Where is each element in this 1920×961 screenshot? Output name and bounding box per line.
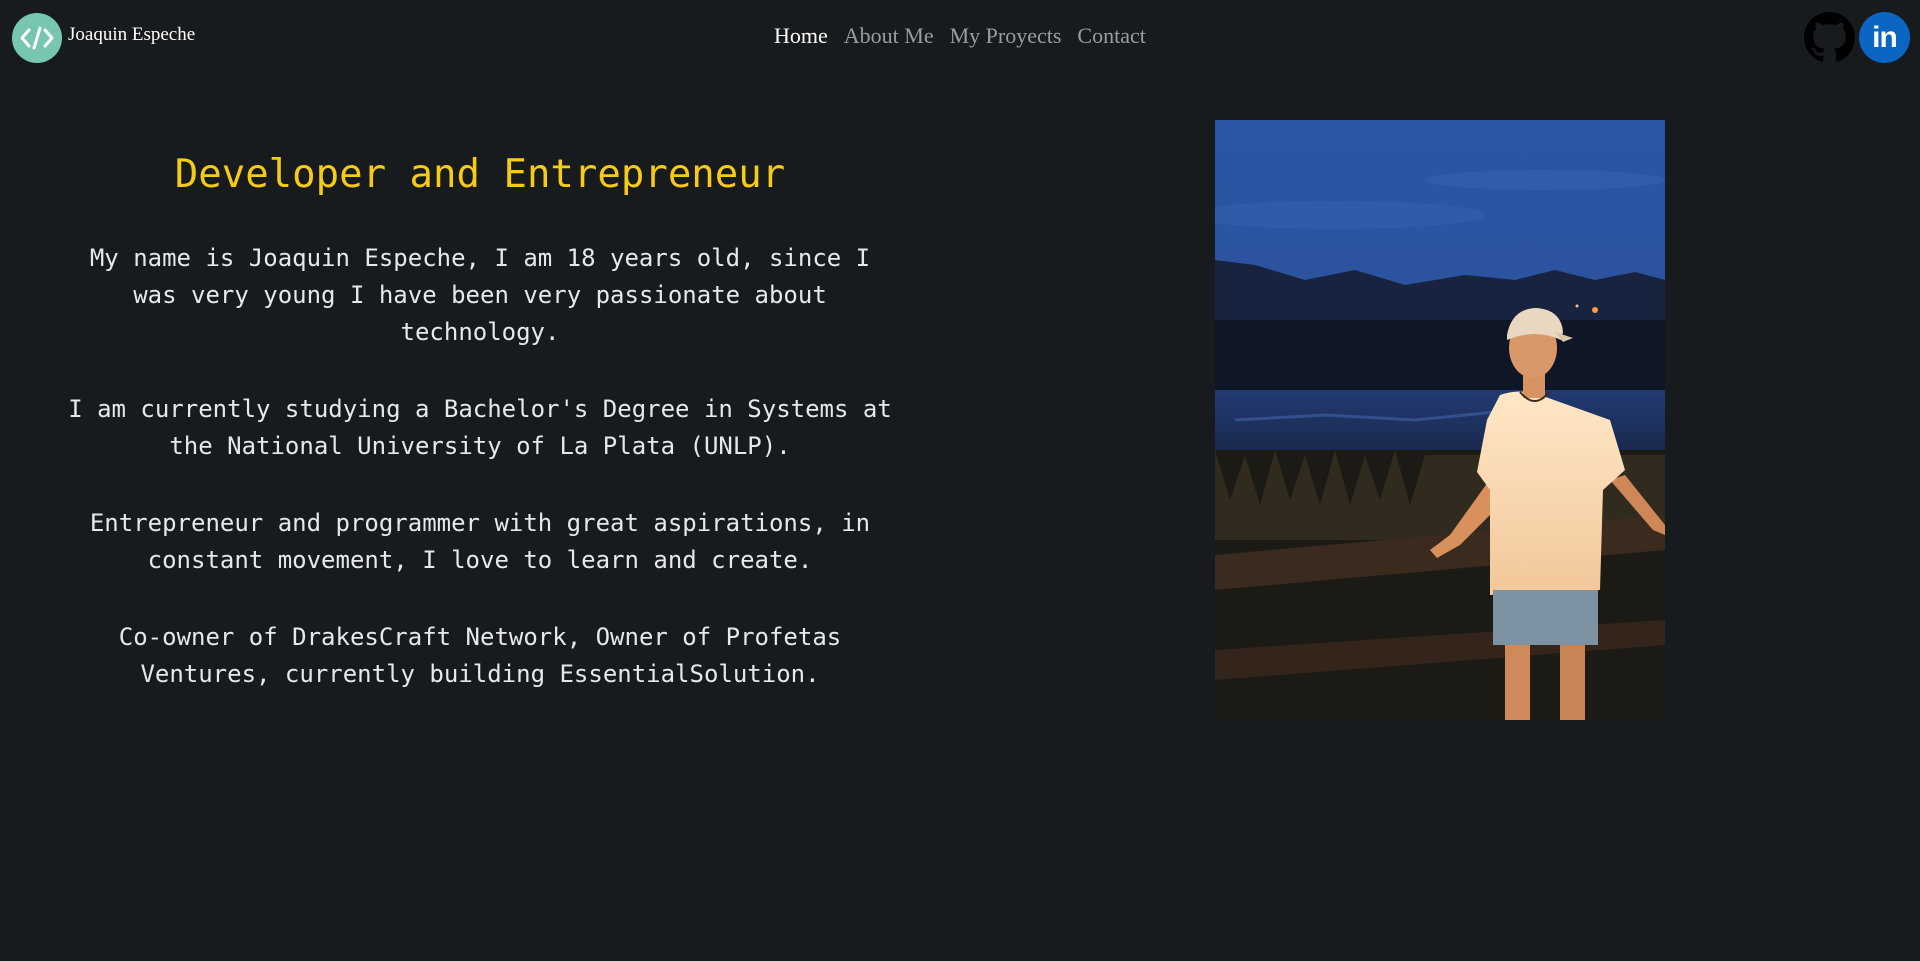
linkedin-label: in	[1872, 20, 1898, 54]
intro-section: Developer and Entrepreneur My name is Jo…	[40, 148, 920, 693]
brand[interactable]: Joaquin Espeche	[12, 13, 195, 63]
linkedin-icon[interactable]: in	[1859, 12, 1910, 63]
bio-paragraph-entrepreneur: Entrepreneur and programmer with great a…	[89, 509, 871, 574]
bio-paragraph-ventures: Co-owner of DrakesCraft Network, Owner o…	[118, 623, 842, 688]
social-links: in	[1804, 12, 1910, 63]
main-nav: Home About Me My Proyects Contact	[774, 23, 1146, 49]
page-title: Developer and Entrepreneur	[174, 152, 786, 197]
profile-photo	[1215, 120, 1665, 720]
bio-paragraph-studies: I am currently studying a Bachelor's Deg…	[68, 395, 892, 460]
bio-paragraph-age: My name is Joaquin Espeche, I am 18 year…	[89, 244, 871, 346]
nav-home[interactable]: Home	[774, 23, 828, 49]
nav-my-proyects[interactable]: My Proyects	[950, 23, 1062, 49]
nav-contact[interactable]: Contact	[1077, 23, 1145, 49]
github-icon[interactable]	[1804, 12, 1855, 63]
brand-name: Joaquin Espeche	[68, 24, 196, 45]
code-brackets-icon	[12, 13, 62, 63]
nav-about-me[interactable]: About Me	[844, 23, 934, 49]
